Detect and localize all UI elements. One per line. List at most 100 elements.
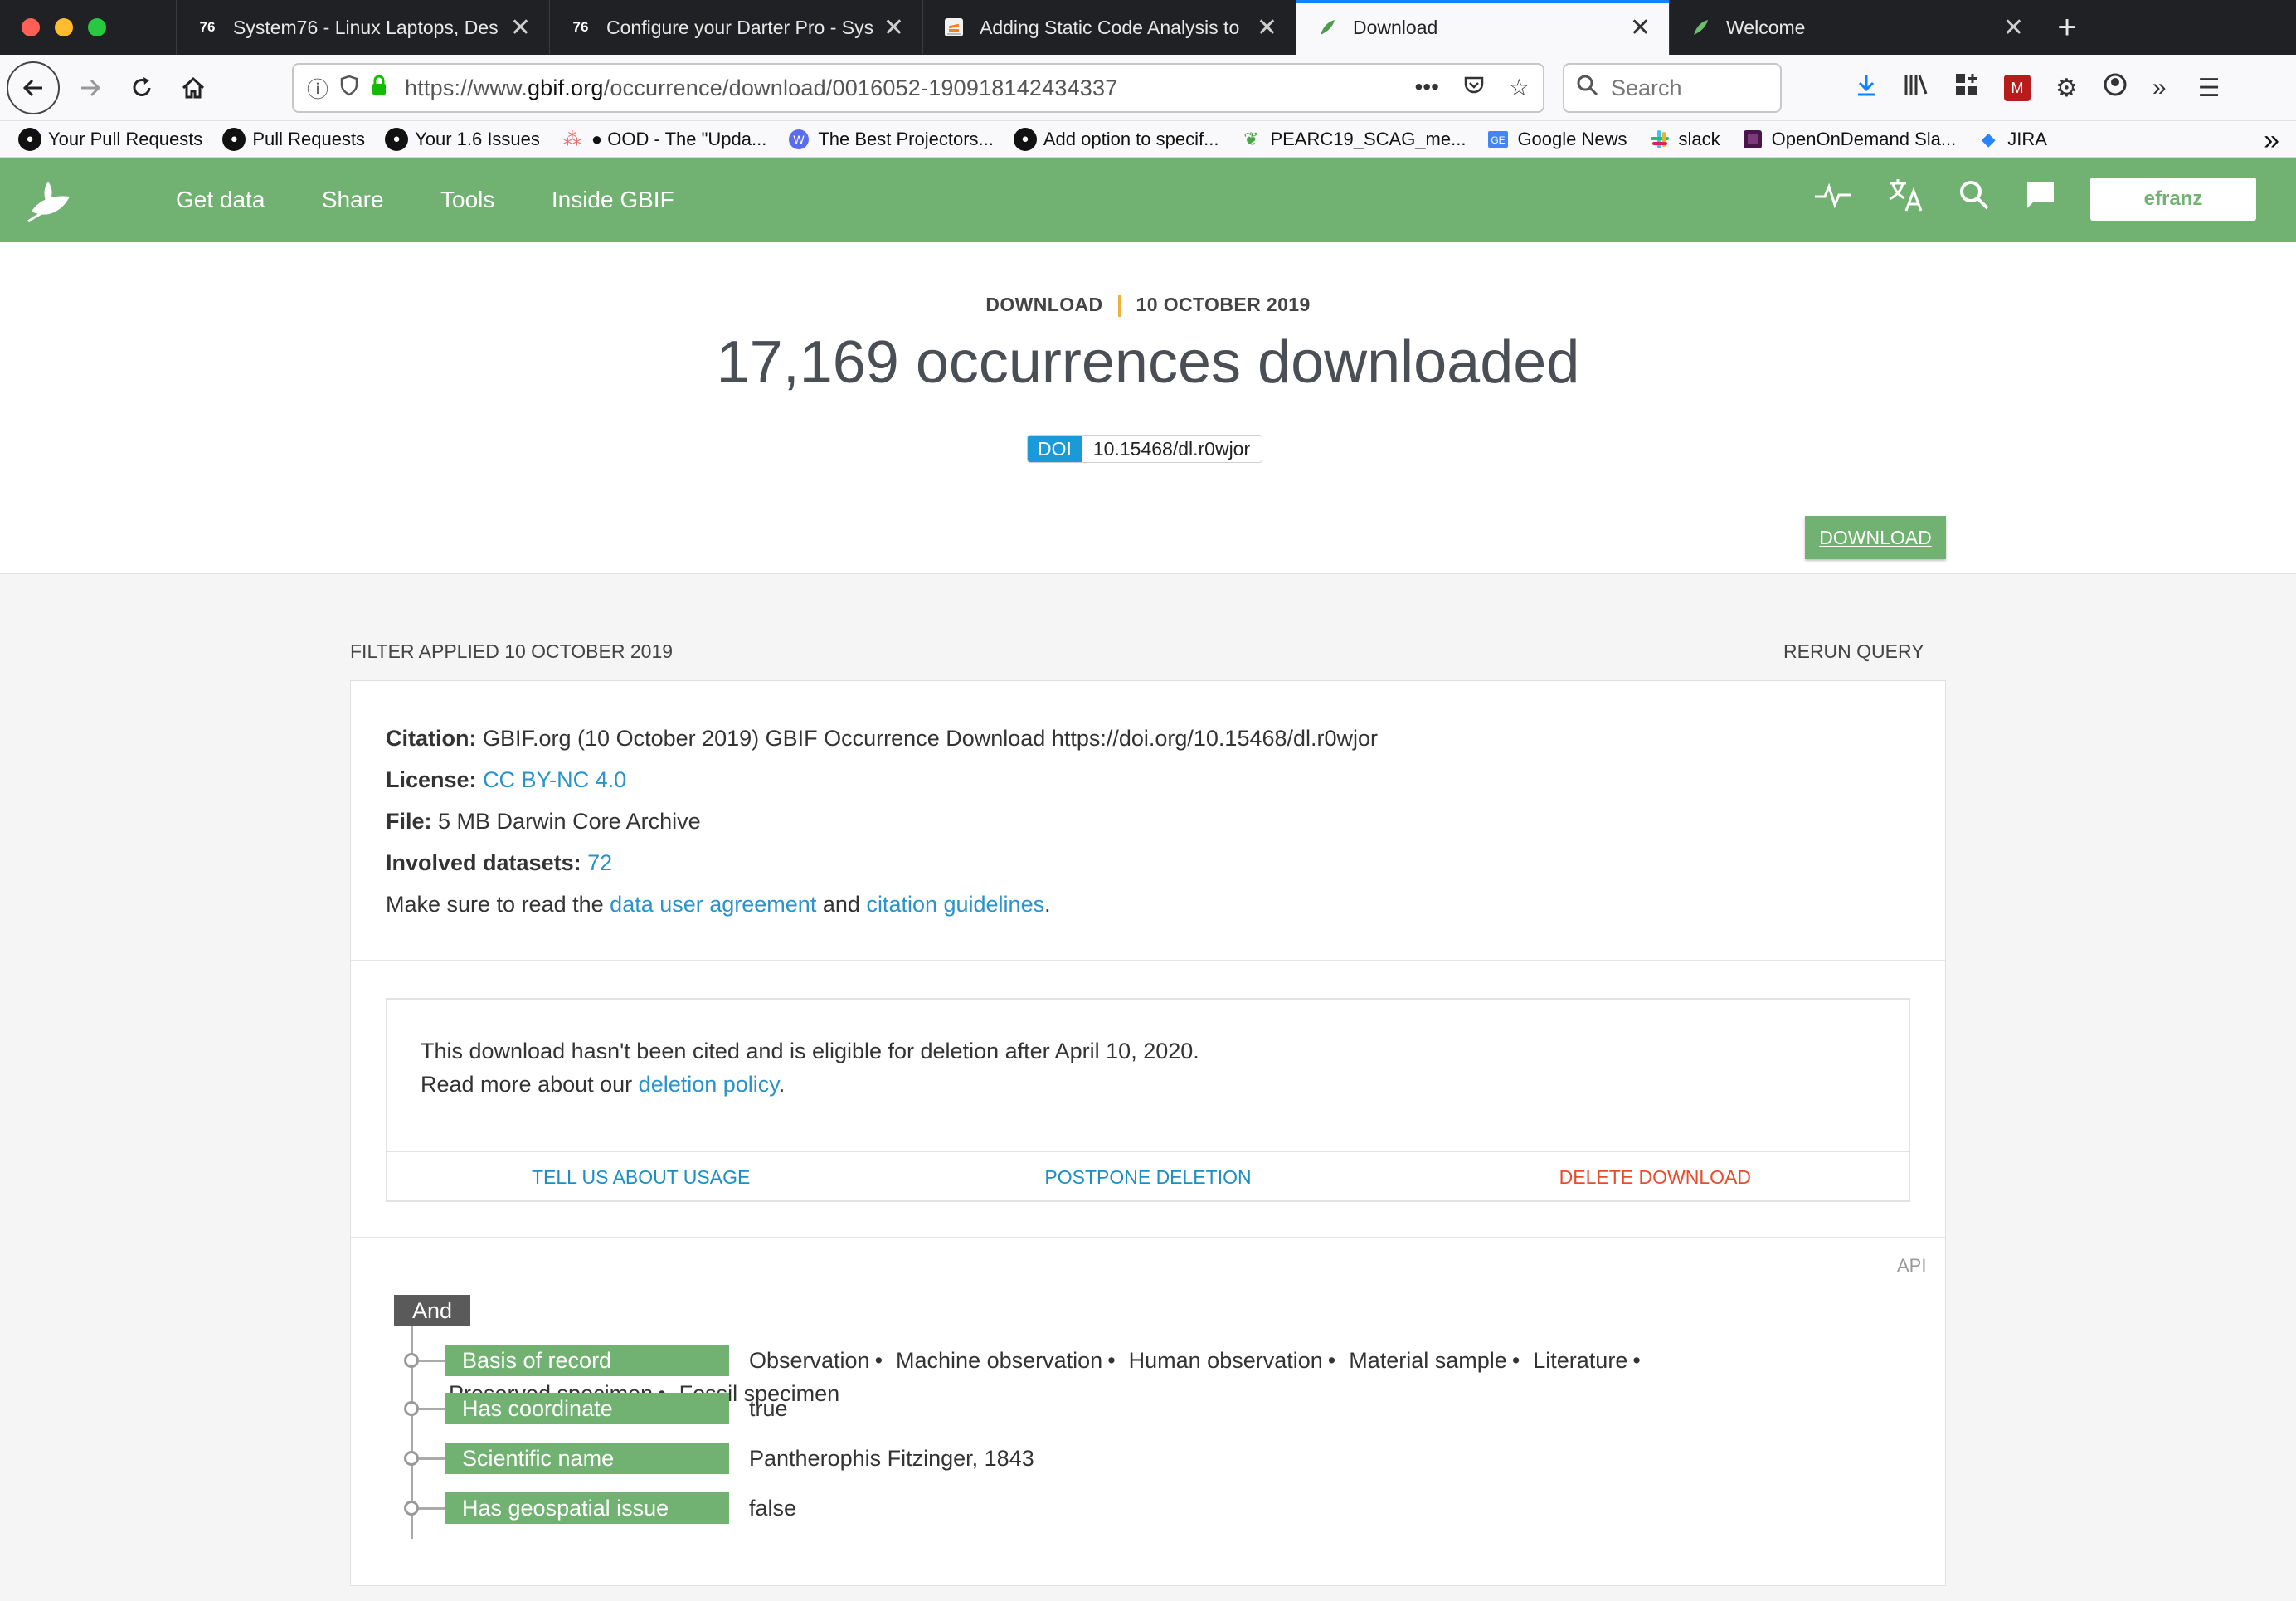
zoom-window-button[interactable] [88, 18, 106, 36]
browser-tab[interactable]: Adding Static Code Analysis to ✕ [922, 0, 1296, 55]
filter-value: Literature [1533, 1348, 1628, 1373]
search-field[interactable]: Search [1563, 63, 1782, 113]
agreement-line: Make sure to read the data user agreemen… [386, 883, 1378, 925]
close-icon[interactable]: ✕ [2003, 13, 2024, 42]
filter-label: Basis of record [445, 1345, 729, 1376]
filter-value: Human observation [1128, 1348, 1323, 1373]
browser-tab[interactable]: 76 System76 - Linux Laptops, Des ✕ [176, 0, 549, 55]
address-bar[interactable]: ⓘ https://www.gbif.org/occurrence/downlo… [292, 63, 1544, 113]
menu-inside-gbif[interactable]: Inside GBIF [552, 187, 674, 212]
pocket-icon[interactable] [1462, 74, 1486, 103]
gear-extension-icon[interactable]: ⚙ [2055, 74, 2078, 103]
bookmark-item[interactable]: OpenOnDemand Sla... [1740, 127, 1956, 152]
menu-tools[interactable]: Tools [440, 187, 494, 212]
close-icon[interactable]: ✕ [510, 13, 531, 42]
overflow-chevron-icon[interactable]: » [2152, 74, 2167, 102]
bookmark-item[interactable]: ❦ PEARC19_SCAG_me... [1238, 127, 1466, 152]
delete-download-button[interactable]: DELETE DOWNLOAD [1402, 1152, 1909, 1200]
library-icon[interactable] [1903, 72, 1929, 104]
download-button[interactable]: DOWNLOAD [1805, 516, 1946, 559]
deletion-notice: This download hasn't been cited and is e… [386, 998, 1910, 1202]
browser-nav-bar: ⓘ https://www.gbif.org/occurrence/downlo… [0, 55, 2296, 121]
close-window-button[interactable] [22, 18, 40, 36]
search-icon[interactable] [1958, 178, 1991, 220]
feedback-chat-icon[interactable] [2024, 178, 2057, 220]
window-controls [0, 0, 176, 55]
bookmark-item[interactable]: ● Your 1.6 Issues [385, 127, 540, 151]
bookmark-item[interactable]: ⁂ ● OOD - The "Upda... [560, 127, 766, 152]
svg-text:W: W [794, 133, 805, 146]
bookmark-label: Your Pull Requests [48, 128, 203, 149]
bookmarks-overflow-chevron-icon[interactable]: » [2264, 124, 2279, 157]
license-link[interactable]: CC BY-NC 4.0 [483, 767, 626, 792]
bookmark-item[interactable]: W The Best Projectors... [786, 127, 994, 152]
wirecutter-icon: W [786, 127, 811, 152]
deletion-notice-line: This download hasn't been cited and is e… [421, 1039, 1199, 1063]
tab-title: Welcome [1726, 16, 1806, 38]
downloads-icon[interactable] [1855, 72, 1878, 104]
filter-value: Machine observation [896, 1348, 1103, 1373]
bookmark-item[interactable]: slack [1647, 127, 1720, 152]
citation-guidelines-link[interactable]: citation guidelines [866, 892, 1044, 917]
minimize-window-button[interactable] [55, 18, 73, 36]
translate-icon[interactable] [1886, 176, 1924, 222]
bookmark-item[interactable]: ◆ JIRA [1976, 127, 2047, 152]
extensions-grid-icon[interactable] [1954, 72, 1979, 104]
google-news-icon: GE [1486, 127, 1510, 152]
menu-get-data[interactable]: Get data [176, 187, 265, 212]
bookmark-item[interactable]: GE Google News [1486, 127, 1627, 152]
tree-node [404, 1401, 419, 1416]
browser-tab[interactable]: Welcome ✕ [1669, 0, 2042, 55]
filter-label: Has geospatial issue [445, 1492, 729, 1524]
download-date: 10 OCTOBER 2019 [1136, 294, 1311, 315]
tree-branch [419, 1457, 445, 1460]
browser-toolbar-icons: M ⚙ » ☰ [1855, 63, 2221, 113]
bookmark-item[interactable]: ● Add option to specif... [1013, 127, 1219, 151]
query-tree: And Basis of record Observation • Machine … [394, 1278, 1937, 1577]
deletion-policy-link[interactable]: deletion policy [639, 1072, 779, 1097]
user-menu-button[interactable]: efranz [2090, 178, 2256, 221]
reload-button[interactable] [116, 62, 168, 114]
gbif-icon [1315, 15, 1340, 40]
close-icon[interactable]: ✕ [883, 13, 904, 42]
gbif-leaf-icon [27, 182, 70, 223]
bookmark-item[interactable]: ● Pull Requests [222, 127, 365, 151]
gbif-logo[interactable] [0, 158, 176, 242]
browser-tab[interactable]: 76 Configure your Darter Pro - Sys ✕ [549, 0, 922, 55]
api-link[interactable]: API [1897, 1255, 1926, 1277]
forward-button[interactable] [65, 62, 116, 114]
mendeley-icon[interactable]: M [2004, 75, 2031, 101]
shield-icon[interactable] [340, 75, 358, 102]
deletion-policy-text: Read more about our [421, 1072, 633, 1097]
bookmark-star-icon[interactable]: ☆ [1509, 74, 1530, 103]
query-operator: And [394, 1295, 470, 1326]
svg-text:GE: GE [1491, 134, 1506, 146]
page-actions-icon[interactable]: ••• [1414, 74, 1438, 103]
postpone-deletion-button[interactable]: POSTPONE DELETION [894, 1152, 1401, 1200]
url-text[interactable]: https://www.gbif.org/occurrence/download… [405, 75, 1414, 101]
close-icon[interactable]: ✕ [1257, 13, 1277, 42]
bookmark-label: The Best Projectors... [818, 128, 994, 149]
home-button[interactable] [168, 62, 219, 114]
datasets-link[interactable]: 72 [587, 850, 612, 875]
account-icon[interactable] [2103, 72, 2128, 104]
new-tab-button[interactable]: + [2042, 0, 2092, 55]
browser-tab-active[interactable]: Download ✕ [1296, 0, 1669, 55]
health-pulse-icon[interactable] [1813, 178, 1853, 220]
doi-badge[interactable]: DOI 10.15468/dl.r0wjor [1027, 435, 1263, 463]
hamburger-menu-icon[interactable]: ☰ [2198, 74, 2221, 103]
citation-text: GBIF.org (10 October 2019) GBIF Occurren… [483, 726, 1379, 751]
value-separator: • [1511, 1348, 1520, 1373]
close-icon[interactable]: ✕ [1630, 13, 1651, 42]
filter-value: Observation [749, 1348, 870, 1373]
value-separator: • [1107, 1348, 1116, 1373]
github-icon: ● [222, 127, 246, 151]
rerun-query-link[interactable]: RERUN QUERY [1783, 640, 1924, 663]
bookmark-item[interactable]: ● Your Pull Requests [18, 127, 203, 151]
menu-share[interactable]: Share [322, 187, 384, 212]
agreement-text: Make sure to read the [386, 892, 604, 917]
info-icon[interactable]: ⓘ [307, 73, 328, 104]
tell-us-about-usage-button[interactable]: TELL US ABOUT USAGE [387, 1152, 894, 1200]
data-user-agreement-link[interactable]: data user agreement [610, 892, 816, 917]
back-button[interactable] [7, 61, 60, 114]
